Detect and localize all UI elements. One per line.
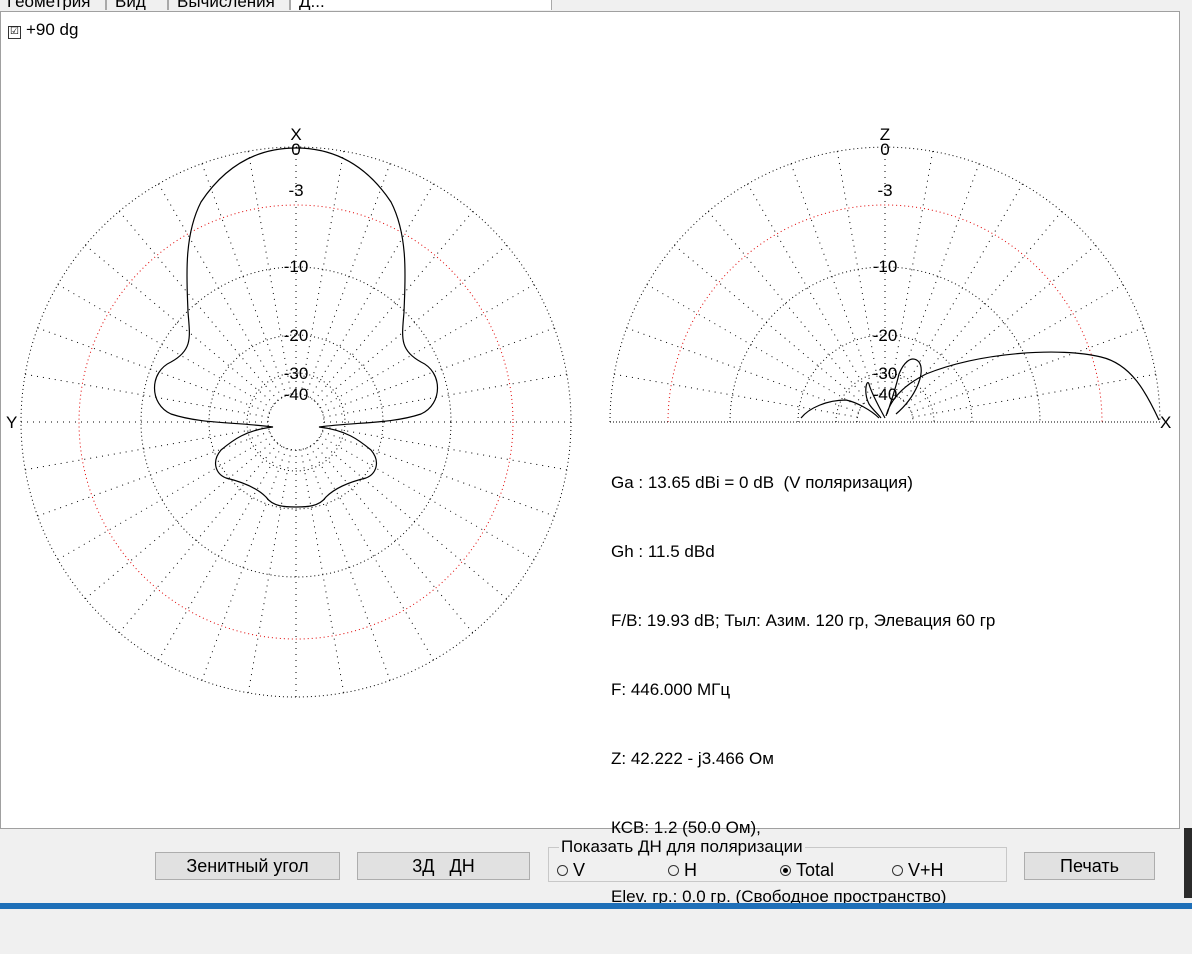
elevation-spoke <box>674 244 864 405</box>
info-gain-dbd: Gh : 11.5 dBd <box>611 542 715 561</box>
azimuth-spoke <box>319 435 535 560</box>
info-frequency: F: 446.000 МГц <box>611 680 731 699</box>
radio-circle[interactable] <box>557 865 568 876</box>
azimuth-spoke <box>309 445 434 661</box>
elevation-spoke <box>646 284 862 409</box>
elevation-ring-label: -10 <box>873 257 898 276</box>
azimuth-spoke <box>322 327 555 413</box>
azimuth-ring-label: -10 <box>284 257 309 276</box>
azimuth-ring-label: -40 <box>284 385 309 404</box>
tab-label: Вычисления <box>177 0 275 10</box>
window-edge <box>1180 0 1192 909</box>
elevation-spoke <box>614 373 858 418</box>
azimuth-spoke <box>313 211 474 401</box>
elevation-ring-label: -3 <box>877 181 892 200</box>
zenith-angle-button[interactable]: Зенитный угол <box>155 852 340 880</box>
radio-total[interactable]: Total <box>780 860 834 880</box>
azimuth-ring-label: -3 <box>288 181 303 200</box>
elevation-spoke <box>707 211 868 401</box>
azimuth-spoke <box>57 284 273 409</box>
info-gain: Ga : 13.65 dBi = 0 dB (V поляризация) <box>611 473 913 492</box>
tab-label: Геометрия <box>7 0 91 10</box>
azimuth-spoke <box>37 327 270 413</box>
polarization-group-title: Показать ДН для поляризации <box>559 837 805 856</box>
elevation-spoke <box>898 183 1023 399</box>
radio-label: V <box>573 860 586 880</box>
azimuth-spoke <box>313 443 474 633</box>
elevation-axis-top-label: Z <box>880 125 890 144</box>
elevation-spoke <box>902 211 1063 401</box>
elevation-spoke <box>626 327 859 413</box>
elevation-ring-label: -20 <box>873 326 898 345</box>
radio-circle[interactable] <box>892 865 903 876</box>
tab-label: Д... <box>299 0 325 10</box>
azimuth-ring-label: -20 <box>284 326 309 345</box>
pattern-canvas: 0 -3 -10 -20 -30 -40 X Y 0 -3 -10 -20 -30 -40 Z X ☑ +90 … <box>0 11 1180 906</box>
azimuth-spoke <box>323 373 567 418</box>
azimuth-spoke <box>118 443 279 633</box>
elevation-axis-right-label: X <box>1160 413 1171 432</box>
azimuth-spoke <box>37 431 270 517</box>
taskbar-edge <box>0 903 1192 909</box>
radio-v-plus-h[interactable]: V+H <box>892 860 944 880</box>
3d-pattern-button[interactable]: 3Д ДН <box>357 852 530 880</box>
radio-label: Total <box>796 860 835 880</box>
azimuth-spoke <box>85 244 275 405</box>
radio-h[interactable]: H <box>668 860 697 880</box>
azimuth-spoke <box>158 183 283 399</box>
elevation-spoke <box>790 163 876 396</box>
azimuth-spoke <box>317 244 507 405</box>
tab-calculations[interactable]: Вычисления <box>168 0 290 10</box>
azimuth-spoke <box>118 211 279 401</box>
elevation-spoke <box>906 244 1096 405</box>
azimuth-ring <box>140 266 452 578</box>
azimuth-ring <box>208 334 384 510</box>
tab-label: Вид <box>115 0 146 10</box>
pattern-plots: 0-3-10-20-30-40XY0-3-10-20-30-40ZX <box>6 125 1171 698</box>
azimuth-spoke <box>305 163 391 396</box>
tab-view[interactable]: Вид <box>106 0 168 10</box>
radio-label: H <box>684 860 697 880</box>
azimuth-spoke <box>85 439 275 600</box>
azimuth-spoke <box>247 449 292 693</box>
rotate-90-checkbox[interactable]: ☑ +90 dg <box>8 20 78 40</box>
azimuth-spoke <box>322 431 555 517</box>
elevation-spoke <box>747 183 872 399</box>
radio-circle[interactable] <box>780 865 791 876</box>
azimuth-axis-left-label: Y <box>6 413 17 432</box>
azimuth-spoke <box>201 163 287 396</box>
azimuth-spoke <box>323 426 567 471</box>
radio-circle[interactable] <box>668 865 679 876</box>
azimuth-spoke <box>300 449 345 693</box>
azimuth-ring-label: -30 <box>284 364 309 383</box>
radio-label: V+H <box>908 860 944 880</box>
elevation-ring-label: -30 <box>873 364 898 383</box>
info-front-back: F/B: 19.93 dB; Тыл: Азим. 120 гр, Элевац… <box>611 611 996 630</box>
elevation-spoke <box>911 327 1144 413</box>
azimuth-axis-top-label: X <box>290 125 301 144</box>
info-impedance: Z: 42.222 - j3.466 Ом <box>611 749 774 768</box>
tab-pattern[interactable]: Д... <box>290 0 552 10</box>
elevation-pattern-curve <box>800 351 1160 421</box>
azimuth-spoke <box>309 183 434 399</box>
checkbox-label: +90 dg <box>26 20 79 39</box>
azimuth-ring <box>20 146 572 698</box>
azimuth-spoke <box>319 284 535 409</box>
info-swr: КСВ: 1.2 (50.0 Ом), <box>611 818 761 837</box>
azimuth-spoke <box>158 445 283 661</box>
radio-v[interactable]: V <box>557 860 585 880</box>
azimuth-spoke <box>317 439 507 600</box>
polarization-group: Показать ДН для поляризации V H Total V+… <box>548 838 1007 882</box>
checkbox-box[interactable]: ☑ <box>8 26 21 39</box>
elevation-spoke <box>908 284 1124 409</box>
azimuth-spoke <box>57 435 273 560</box>
window-edge-shadow <box>1184 828 1192 898</box>
print-button[interactable]: Печать <box>1024 852 1155 880</box>
tab-geometry[interactable]: Геометрия <box>0 0 106 10</box>
